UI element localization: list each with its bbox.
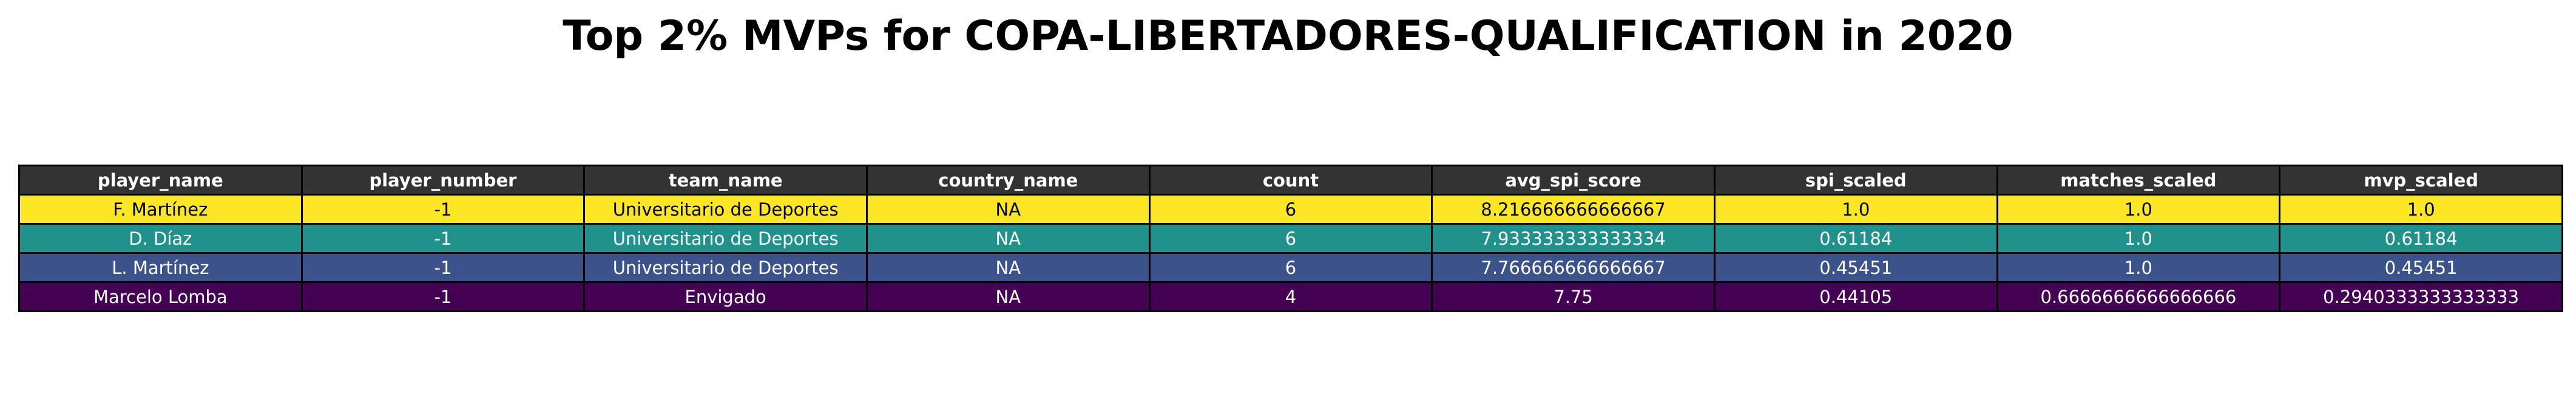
cell-avg-spi-score: 8.216666666666667 — [1431, 194, 1716, 225]
cell-player-number: -1 — [300, 281, 586, 312]
cell-country-name: NA — [865, 194, 1151, 225]
cell-player-name: L. Martínez — [18, 252, 303, 283]
cell-count: 6 — [1148, 194, 1433, 225]
cell-spi-scaled: 0.44105 — [1713, 281, 1998, 312]
cell-spi-scaled: 0.61184 — [1713, 223, 1998, 254]
cell-avg-spi-score: 7.766666666666667 — [1431, 252, 1716, 283]
cell-country-name: NA — [865, 223, 1151, 254]
header-row: player_name player_number team_name country… — [18, 165, 2563, 196]
cell-avg-spi-score: 7.75 — [1431, 281, 1716, 312]
table-header: player_name player_number team_name country… — [18, 165, 2563, 196]
cell-team-name: Universitario de Deportes — [583, 194, 868, 225]
cell-mvp-scaled: 0.61184 — [2279, 223, 2563, 254]
table-row: Marcelo Lomba -1 Envigado NA 4 7.75 0.44105 0.6… — [18, 281, 2563, 312]
column-header-player-name: player_name — [18, 165, 303, 196]
cell-matches-scaled: 1.0 — [1996, 252, 2281, 283]
cell-country-name: NA — [865, 281, 1151, 312]
column-header-mvp-scaled: mvp_scaled — [2279, 165, 2563, 196]
cell-player-name: D. Díaz — [18, 223, 303, 254]
cell-matches-scaled: 1.0 — [1996, 223, 2281, 254]
cell-matches-scaled: 0.6666666666666666 — [1996, 281, 2281, 312]
mvp-table: player_name player_number team_name country… — [18, 165, 2563, 312]
cell-mvp-scaled: 0.45451 — [2279, 252, 2563, 283]
cell-player-number: -1 — [300, 223, 586, 254]
column-header-spi-scaled: spi_scaled — [1713, 165, 1998, 196]
cell-team-name: Envigado — [583, 281, 868, 312]
table-row: D. Díaz -1 Universitario de Deportes NA 6 7.9… — [18, 223, 2563, 254]
table-row: F. Martínez -1 Universitario de Deportes NA… — [18, 194, 2563, 225]
column-header-avg-spi-score: avg_spi_score — [1431, 165, 1716, 196]
chart-title: Top 2% MVPs for COPA-LIBERTADORES-QUALIF… — [563, 12, 2013, 60]
cell-count: 6 — [1148, 252, 1433, 283]
cell-country-name: NA — [865, 252, 1151, 283]
cell-team-name: Universitario de Deportes — [583, 223, 868, 254]
column-header-country-name: country_name — [865, 165, 1151, 196]
table-body: F. Martínez -1 Universitario de Deportes NA… — [18, 194, 2563, 312]
cell-player-number: -1 — [300, 252, 586, 283]
cell-team-name: Universitario de Deportes — [583, 252, 868, 283]
cell-player-name: Marcelo Lomba — [18, 281, 303, 312]
column-header-team-name: team_name — [583, 165, 868, 196]
cell-player-name: F. Martínez — [18, 194, 303, 225]
column-header-player-number: player_number — [300, 165, 586, 196]
table-row: L. Martínez -1 Universitario de Deportes NA… — [18, 252, 2563, 283]
column-header-count: count — [1148, 165, 1433, 196]
cell-matches-scaled: 1.0 — [1996, 194, 2281, 225]
cell-spi-scaled: 1.0 — [1713, 194, 1998, 225]
column-header-matches-scaled: matches_scaled — [1996, 165, 2281, 196]
cell-mvp-scaled: 0.2940333333333333 — [2279, 281, 2563, 312]
cell-mvp-scaled: 1.0 — [2279, 194, 2563, 225]
cell-spi-scaled: 0.45451 — [1713, 252, 1998, 283]
cell-player-number: -1 — [300, 194, 586, 225]
cell-avg-spi-score: 7.933333333333334 — [1431, 223, 1716, 254]
cell-count: 4 — [1148, 281, 1433, 312]
cell-count: 6 — [1148, 223, 1433, 254]
